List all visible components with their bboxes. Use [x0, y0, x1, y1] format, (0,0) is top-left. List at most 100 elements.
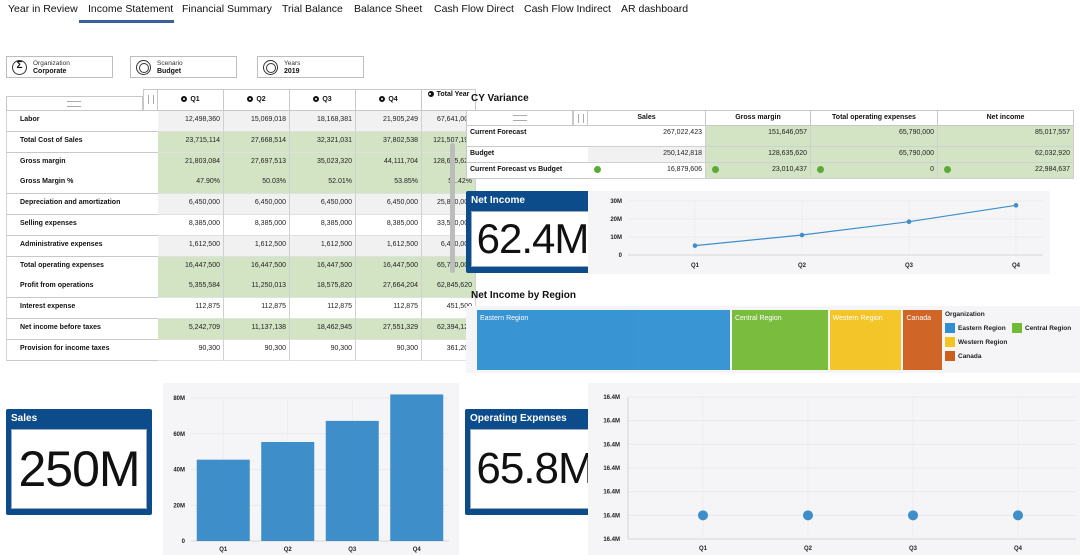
table-cell[interactable]: 250,142,818: [588, 147, 706, 163]
table-cell[interactable]: 50.03%: [224, 173, 290, 195]
table-cell[interactable]: 18,462,945: [290, 319, 356, 340]
table-cell[interactable]: 12,498,360: [158, 111, 224, 132]
vertical-scrollbar[interactable]: [450, 143, 455, 273]
treemap-tile-eastern-region[interactable]: Eastern Region: [477, 310, 730, 370]
table-cell[interactable]: 16,879,606: [588, 163, 706, 179]
data-point[interactable]: [1013, 203, 1019, 208]
table-cell[interactable]: 37,802,538: [356, 131, 422, 153]
kpi-card-sales[interactable]: Sales 250M: [6, 409, 152, 515]
table-cell[interactable]: 27,551,329: [356, 319, 422, 340]
data-point[interactable]: [698, 510, 708, 521]
table-cell[interactable]: 21,803,084: [158, 152, 224, 174]
table-cell[interactable]: 52.01%: [290, 173, 356, 195]
table-cell[interactable]: 8,385,000: [290, 215, 356, 236]
table-cell[interactable]: 27,664,204: [356, 277, 422, 299]
table-cell[interactable]: 16,447,500: [356, 256, 422, 278]
row-drag-handle[interactable]: [6, 96, 143, 111]
table-cell[interactable]: 5,242,709: [158, 319, 224, 340]
table-cell[interactable]: 6,450,000: [356, 194, 422, 216]
column-header-gross-margin[interactable]: Gross margin: [706, 110, 811, 126]
table-cell[interactable]: 90,300: [158, 339, 224, 361]
column-header-q4[interactable]: Q4: [356, 89, 422, 111]
table-cell[interactable]: 18,168,381: [290, 111, 356, 132]
column-header-q1[interactable]: Q1: [158, 89, 224, 111]
bar-q4[interactable]: [390, 394, 444, 541]
treemap-tile-western-region[interactable]: Western Region: [829, 310, 902, 370]
table-cell[interactable]: 8,385,000: [356, 215, 422, 236]
table-cell[interactable]: 90,300: [224, 339, 290, 361]
bar-q1[interactable]: [196, 459, 250, 541]
treemap-tile-central-region[interactable]: Central Region: [731, 310, 828, 370]
table-cell[interactable]: 32,321,031: [290, 131, 356, 153]
filter-scenario[interactable]: Scenario Budget: [130, 56, 237, 78]
filter-years[interactable]: Years 2019: [257, 56, 364, 78]
column-resize-handle[interactable]: [573, 110, 588, 126]
column-header-total-operating-expenses[interactable]: Total operating expenses: [811, 110, 938, 126]
tab-balance-sheet[interactable]: Balance Sheet: [354, 3, 422, 15]
table-cell[interactable]: 5,355,584: [158, 277, 224, 299]
table-cell[interactable]: 112,875: [356, 298, 422, 320]
bar-q2[interactable]: [261, 441, 315, 541]
table-cell[interactable]: 1,612,500: [290, 235, 356, 257]
data-point[interactable]: [803, 510, 813, 521]
table-cell[interactable]: 128,635,620: [706, 147, 811, 163]
expand-collapse-icon[interactable]: [313, 96, 320, 102]
table-cell[interactable]: 0: [811, 163, 938, 179]
table-cell[interactable]: 44,111,704: [356, 152, 422, 174]
table-cell[interactable]: 11,250,013: [224, 277, 290, 299]
table-cell[interactable]: 85,017,557: [938, 126, 1074, 147]
table-cell[interactable]: 11,137,138: [224, 319, 290, 340]
table-cell[interactable]: 47.90%: [158, 173, 224, 195]
tab-cash-flow-direct[interactable]: Cash Flow Direct: [434, 3, 514, 15]
column-header-q2[interactable]: Q2: [224, 89, 290, 111]
column-header-sales[interactable]: Sales: [588, 110, 706, 126]
tab-ar-dashboard[interactable]: AR dashboard: [621, 3, 688, 15]
table-cell[interactable]: 15,069,018: [224, 111, 290, 132]
table-cell[interactable]: 8,385,000: [224, 215, 290, 236]
table-cell[interactable]: 35,023,320: [290, 152, 356, 174]
column-header-total-year[interactable]: Total Year: [422, 89, 476, 111]
table-cell[interactable]: 27,697,513: [224, 152, 290, 174]
table-cell[interactable]: 6,450,000: [290, 194, 356, 216]
bar-q3[interactable]: [325, 420, 379, 541]
column-resize-handle[interactable]: [143, 89, 158, 111]
table-cell[interactable]: 8,385,000: [158, 215, 224, 236]
table-cell[interactable]: 112,875: [158, 298, 224, 320]
row-drag-handle[interactable]: [466, 110, 573, 126]
table-cell[interactable]: 16,447,500: [158, 256, 224, 278]
table-cell[interactable]: 22,984,637: [938, 163, 1074, 179]
table-cell[interactable]: 90,300: [290, 339, 356, 361]
table-cell[interactable]: 90,300: [356, 339, 422, 361]
data-point[interactable]: [692, 243, 698, 248]
table-cell[interactable]: 65,790,000: [811, 126, 938, 147]
data-point[interactable]: [906, 219, 912, 224]
column-header-net-income[interactable]: Net income: [938, 110, 1074, 126]
table-cell[interactable]: 62,845,620: [422, 277, 476, 299]
filter-organization[interactable]: Σ Organization Corporate: [6, 56, 113, 78]
expand-collapse-icon[interactable]: [379, 96, 386, 102]
table-cell[interactable]: 16,447,500: [290, 256, 356, 278]
column-header-q3[interactable]: Q3: [290, 89, 356, 111]
table-cell[interactable]: 23,715,114: [158, 131, 224, 153]
table-cell[interactable]: 16,447,500: [224, 256, 290, 278]
table-cell[interactable]: 151,646,057: [706, 126, 811, 147]
data-point[interactable]: [799, 232, 805, 238]
table-cell[interactable]: 23,010,437: [706, 163, 811, 179]
kpi-card-operating-expenses[interactable]: Operating Expenses 65.8M: [465, 409, 605, 515]
table-cell[interactable]: 21,905,249: [356, 111, 422, 132]
table-cell[interactable]: 27,668,514: [224, 131, 290, 153]
tab-trial-balance[interactable]: Trial Balance: [282, 3, 343, 15]
table-cell[interactable]: 6,450,000: [158, 194, 224, 216]
data-point[interactable]: [1013, 510, 1023, 521]
table-cell[interactable]: 267,022,423: [588, 126, 706, 147]
tab-year-in-review[interactable]: Year in Review: [8, 3, 78, 15]
kpi-card-net-income[interactable]: Net Income 62.4M: [466, 191, 599, 273]
data-point[interactable]: [908, 510, 918, 521]
table-cell[interactable]: 112,875: [290, 298, 356, 320]
table-cell[interactable]: 1,612,500: [158, 235, 224, 257]
tab-income-statement[interactable]: Income Statement: [88, 3, 173, 15]
expand-collapse-icon[interactable]: [427, 91, 434, 97]
table-cell[interactable]: 62,032,920: [938, 147, 1074, 163]
table-cell[interactable]: 1,612,500: [224, 235, 290, 257]
treemap-tile-canada[interactable]: Canada: [903, 310, 942, 370]
